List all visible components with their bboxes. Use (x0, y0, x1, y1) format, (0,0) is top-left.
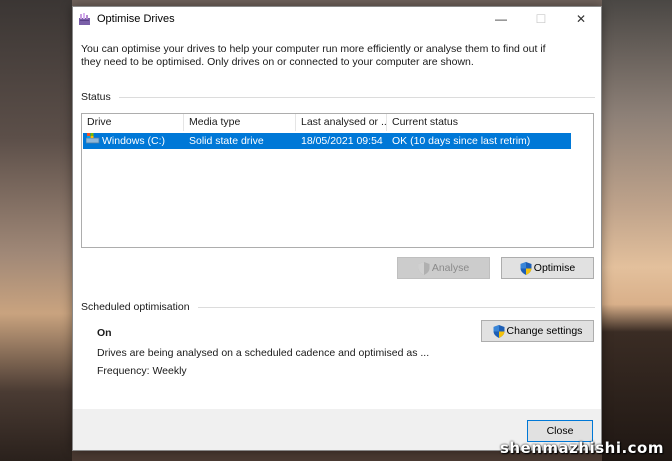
scheduled-divider (197, 306, 595, 308)
analyse-label: Analyse (431, 262, 470, 274)
status-label: Status (81, 91, 111, 103)
watermark-text: shenmazhishi.com (499, 439, 664, 457)
change-settings-label: Change settings (506, 325, 583, 337)
column-header-current-status[interactable]: Current status (387, 114, 571, 131)
cell-last-analysed: 18/05/2021 09:54 (301, 135, 383, 147)
column-header-drive[interactable]: Drive (82, 114, 184, 131)
drive-list[interactable]: Drive Media type Last analysed or ... Cu… (81, 113, 594, 248)
column-header-last-analysed[interactable]: Last analysed or ... (296, 114, 387, 131)
table-row[interactable]: Windows (C:) Solid state drive 18/05/202… (83, 133, 571, 149)
maximize-icon: ☐ (535, 12, 547, 26)
uac-shield-icon (418, 261, 430, 275)
schedule-description: Drives are being analysed on a scheduled… (97, 347, 430, 359)
optimise-label: Optimise (533, 262, 576, 274)
defrag-app-icon (77, 12, 91, 26)
scheduled-label: Scheduled optimisation (81, 301, 190, 313)
schedule-state: On (97, 327, 112, 339)
optimise-button[interactable]: Optimise (501, 257, 594, 279)
drive-name: Windows (C:) (102, 135, 166, 147)
status-section-header: Status (81, 91, 595, 103)
cell-media-type: Solid state drive (189, 135, 264, 147)
change-settings-button[interactable]: Change settings (481, 320, 594, 342)
window-controls: — ☐ ✕ (481, 7, 601, 31)
table-header: Drive Media type Last analysed or ... Cu… (82, 114, 593, 131)
status-divider (118, 96, 595, 98)
uac-shield-icon (520, 261, 532, 275)
maximize-button[interactable]: ☐ (521, 7, 561, 31)
background-right (602, 0, 672, 461)
column-header-media-type[interactable]: Media type (184, 114, 296, 131)
close-label: Close (546, 425, 574, 437)
window-title: Optimise Drives (97, 13, 175, 25)
drive-icon (85, 133, 100, 149)
background-left (0, 0, 72, 461)
title-bar[interactable]: Optimise Drives — ☐ ✕ (73, 7, 601, 31)
close-icon: ✕ (575, 12, 587, 26)
schedule-frequency: Frequency: Weekly (97, 365, 187, 377)
analyse-button[interactable]: Analyse (397, 257, 490, 279)
uac-shield-icon (493, 324, 505, 338)
scheduled-section-header: Scheduled optimisation (81, 301, 595, 313)
intro-text: You can optimise your drives to help you… (81, 43, 546, 68)
cell-current-status: OK (10 days since last retrim) (392, 135, 531, 147)
cell-drive: Windows (C:) (83, 133, 184, 149)
minimize-icon: — (495, 12, 507, 26)
close-window-button[interactable]: ✕ (561, 7, 601, 31)
minimize-button[interactable]: — (481, 7, 521, 31)
optimise-drives-window: Optimise Drives — ☐ ✕ You can optimise y… (72, 6, 602, 451)
